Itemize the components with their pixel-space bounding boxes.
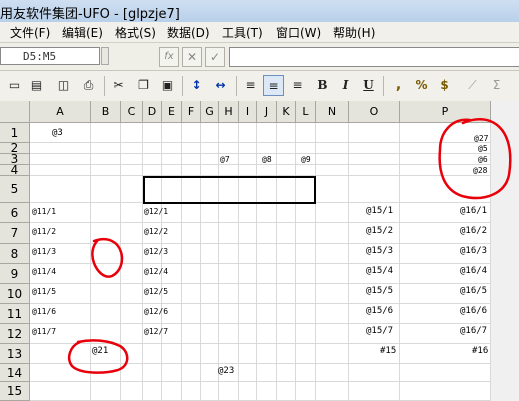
annotation-layer — [68, 118, 512, 374]
annotation-scribble-left — [91, 237, 124, 278]
annotation-circle-top-right — [438, 118, 512, 200]
ufo-window: 用友软件集团-UFO - [glpzje7] 文件(F) 编辑(E) 格式(S)… — [0, 0, 519, 401]
annotation-circle-bottom — [68, 339, 129, 374]
